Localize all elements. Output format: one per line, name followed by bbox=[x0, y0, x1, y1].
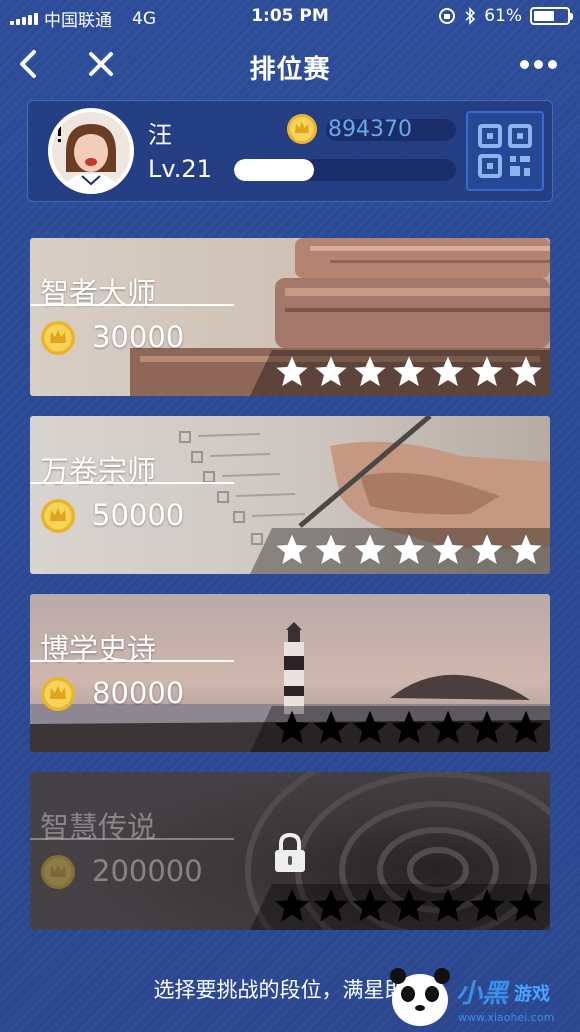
star-filled-icon bbox=[469, 354, 505, 388]
svg-text:小黑: 小黑 bbox=[456, 979, 510, 1009]
star-empty-icon bbox=[508, 888, 544, 922]
star-empty-icon bbox=[313, 710, 349, 744]
star-empty-icon bbox=[274, 888, 310, 922]
entry-cost: 50000 bbox=[92, 498, 185, 532]
star-filled-icon bbox=[469, 532, 505, 566]
star-empty-icon bbox=[469, 888, 505, 922]
more-menu-icon[interactable] bbox=[520, 54, 560, 74]
star-filled-icon bbox=[430, 354, 466, 388]
star-filled-icon bbox=[508, 354, 544, 388]
page-title: 排位赛 bbox=[249, 55, 331, 85]
level-label: Lv.21 bbox=[148, 155, 212, 183]
star-filled-icon bbox=[391, 532, 427, 566]
qr-code-icon bbox=[478, 124, 532, 178]
profile-card: 汪 Lv.21 894370 bbox=[27, 100, 553, 202]
star-filled-icon bbox=[391, 354, 427, 388]
svg-text:www.xiaohei.com: www.xiaohei.com bbox=[458, 1011, 554, 1024]
star-filled-icon bbox=[430, 532, 466, 566]
coin-icon bbox=[287, 114, 317, 144]
rank-card-3[interactable]: 博学史诗 80000 bbox=[30, 594, 550, 752]
star-empty-icon bbox=[391, 888, 427, 922]
svg-text:游戏: 游戏 bbox=[514, 983, 550, 1005]
star-filled-icon bbox=[508, 532, 544, 566]
rank-name-underline bbox=[30, 660, 234, 662]
coin-icon bbox=[41, 855, 75, 889]
star-filled-icon bbox=[352, 354, 388, 388]
status-bar: 中国联通 4G 1:05 PM 61% bbox=[0, 0, 580, 32]
bluetooth-icon bbox=[465, 7, 476, 25]
star-empty-icon bbox=[313, 888, 349, 922]
star-rating bbox=[274, 354, 544, 390]
star-empty-icon bbox=[430, 710, 466, 744]
coin-icon bbox=[41, 677, 75, 711]
star-filled-icon bbox=[274, 354, 310, 388]
entry-cost: 200000 bbox=[92, 854, 203, 888]
coin-icon bbox=[41, 499, 75, 533]
rank-name-underline bbox=[30, 838, 234, 840]
star-filled-icon bbox=[274, 532, 310, 566]
star-filled-icon bbox=[313, 532, 349, 566]
star-empty-icon bbox=[469, 710, 505, 744]
rank-card-4[interactable]: 智慧传说 200000 bbox=[30, 772, 550, 930]
lock-icon bbox=[275, 832, 305, 872]
level-progress-bar bbox=[234, 159, 456, 181]
entry-cost: 80000 bbox=[92, 676, 185, 710]
nav-bar: 排位赛 bbox=[0, 32, 580, 98]
rank-card-2[interactable]: 万卷宗师 50000 bbox=[30, 416, 550, 574]
star-empty-icon bbox=[430, 888, 466, 922]
username: 汪 bbox=[148, 121, 172, 149]
qr-code-button[interactable] bbox=[466, 111, 544, 191]
star-rating bbox=[274, 888, 544, 924]
coin-balance: 894370 bbox=[328, 117, 412, 142]
star-filled-icon bbox=[352, 532, 388, 566]
rotation-lock-icon bbox=[439, 8, 456, 24]
coin-icon bbox=[41, 321, 75, 355]
star-empty-icon bbox=[391, 710, 427, 744]
star-empty-icon bbox=[508, 710, 544, 744]
rank-card-1[interactable]: 智者大师 30000 bbox=[30, 238, 550, 396]
entry-cost: 30000 bbox=[92, 320, 185, 354]
rank-name-underline bbox=[30, 482, 234, 484]
battery-icon bbox=[530, 7, 573, 25]
watermark-logo: 小黑 游戏 www.xiaohei.com bbox=[390, 968, 554, 1026]
avatar[interactable] bbox=[48, 108, 134, 194]
star-empty-icon bbox=[352, 710, 388, 744]
battery-percent: 61% bbox=[484, 6, 522, 26]
star-filled-icon bbox=[313, 354, 349, 388]
rank-name-underline bbox=[30, 304, 234, 306]
star-empty-icon bbox=[274, 710, 310, 744]
star-rating bbox=[274, 532, 544, 568]
star-rating bbox=[274, 710, 544, 746]
star-empty-icon bbox=[352, 888, 388, 922]
